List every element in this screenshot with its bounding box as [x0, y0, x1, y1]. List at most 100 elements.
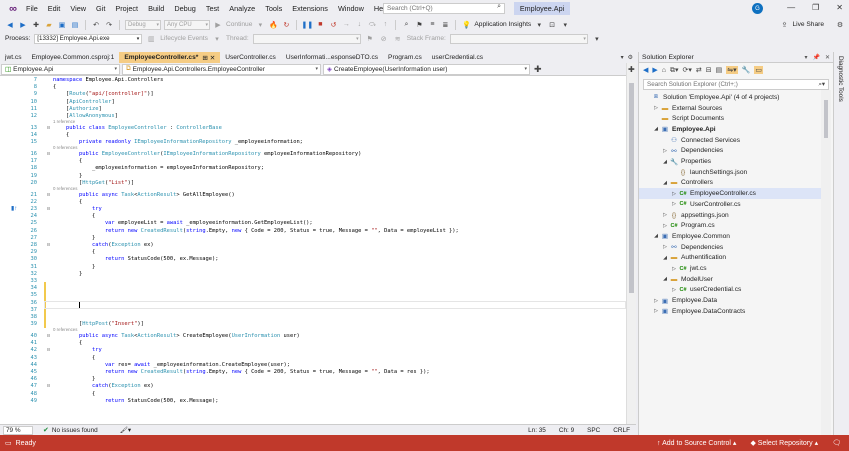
- expand-icon[interactable]: ▷: [670, 201, 678, 207]
- class-dropdown[interactable]: ⧉ Employee.Api.Controllers.EmployeeContr…: [122, 63, 321, 75]
- toolbar-overflow-icon[interactable]: ▾: [592, 34, 602, 44]
- expand-icon[interactable]: ▷: [661, 244, 669, 250]
- collapse-icon[interactable]: ⊟: [47, 333, 50, 340]
- tab-list-dropdown-icon[interactable]: ▾: [621, 54, 624, 61]
- filter-thread-icon[interactable]: ⊘: [379, 34, 389, 44]
- code-line[interactable]: 40 ⊟ public async Task<ActionResult> Crea…: [0, 333, 626, 340]
- select-repository-button[interactable]: ◆ Select Repository ▴: [750, 439, 818, 447]
- feedback-icon[interactable]: ⊡: [547, 20, 557, 30]
- expanded-icon[interactable]: ◢: [652, 126, 660, 132]
- project-dropdown[interactable]: ◫ Employee.Api ▾: [1, 63, 120, 75]
- step-over-icon[interactable]: ⤼: [367, 20, 377, 30]
- continue-button[interactable]: Continue: [226, 21, 252, 28]
- code-line[interactable]: 37: [0, 307, 626, 314]
- code-line[interactable]: 16 ⊟ public EmployeeController(IEmployeeI…: [0, 151, 626, 158]
- code-line[interactable]: 29 {: [0, 249, 626, 256]
- code-line[interactable]: 24 {: [0, 213, 626, 220]
- comment-icon[interactable]: ≡: [427, 20, 437, 30]
- tree-node-program-cs[interactable]: ▷ C# Program.cs: [639, 220, 824, 231]
- collapse-icon[interactable]: ⊟: [47, 125, 50, 132]
- configuration-dropdown[interactable]: Debug ▾: [125, 19, 161, 30]
- menu-item-test[interactable]: Test: [201, 4, 224, 13]
- code-line[interactable]: 10 [ApiController]: [0, 99, 626, 106]
- tab-employeecontroller-cs[interactable]: EmployeeController.cs* ⊞ ✕: [119, 52, 221, 63]
- expand-icon[interactable]: ▷: [670, 266, 678, 272]
- tree-node-jwt-cs[interactable]: ▷ C# jwt.cs: [639, 263, 824, 274]
- collapse-icon[interactable]: ⊟: [47, 192, 50, 199]
- lifecycle-dropdown-icon[interactable]: ▾: [212, 34, 222, 44]
- stack-icon[interactable]: ≋: [393, 34, 403, 44]
- issues-status[interactable]: No issues found: [52, 427, 98, 434]
- tab-jwt-cs[interactable]: jwt.cs: [0, 52, 26, 63]
- tree-node-employee-common[interactable]: ◢ ▣ Employee.Common: [639, 231, 824, 242]
- close-icon[interactable]: ✕: [836, 3, 843, 12]
- stack-frame-dropdown[interactable]: ▾: [449, 33, 588, 44]
- dropdown-icon[interactable]: ▾: [804, 54, 807, 61]
- back-icon[interactable]: ◀: [5, 20, 15, 30]
- expand-icon[interactable]: ▷: [661, 148, 669, 154]
- uncomment-icon[interactable]: ≣: [440, 20, 450, 30]
- tab-employee-common-csproj-1[interactable]: Employee.Common.csproj:1: [26, 52, 119, 63]
- minimize-icon[interactable]: —: [787, 3, 795, 12]
- admin-icon[interactable]: ⚙: [835, 20, 845, 30]
- tree-node-properties[interactable]: ◢ 🔧 Properties: [639, 156, 824, 167]
- menu-item-window[interactable]: Window: [333, 4, 369, 13]
- close-icon[interactable]: ✕: [825, 54, 830, 61]
- switch-views-icon[interactable]: ⧉▾: [670, 66, 679, 75]
- tab-close-icon[interactable]: ⊞ ✕: [202, 54, 215, 62]
- search-input[interactable]: Search (Ctrl+Q) ⌕: [383, 3, 505, 14]
- indent-mode[interactable]: SPC: [587, 427, 600, 434]
- expand-icon[interactable]: ▷: [661, 212, 669, 218]
- menu-item-tools[interactable]: Tools: [260, 4, 287, 13]
- tab-userinformati-esponsedto-cs[interactable]: UserInformati...esponseDTO.cs: [281, 52, 383, 63]
- code-line[interactable]: 31 }: [0, 264, 626, 271]
- tree-node-employee-api[interactable]: ◢ ▣ Employee.Api: [639, 124, 824, 135]
- code-line[interactable]: 47 ⊟ catch(Exception ex): [0, 383, 626, 390]
- restore-icon[interactable]: ❐: [812, 3, 819, 12]
- tab-usercredential-cs[interactable]: userCredential.cs: [427, 52, 488, 63]
- back-icon[interactable]: ◀: [643, 66, 648, 74]
- code-line[interactable]: 23 ⊟ try: [0, 206, 626, 213]
- continue-icon[interactable]: ▶: [213, 20, 223, 30]
- collapse-icon[interactable]: ⊟: [47, 383, 50, 390]
- application-insights-button[interactable]: Application Insights: [474, 21, 531, 28]
- lifecycle-events-button[interactable]: Lifecycle Events: [160, 35, 208, 42]
- expanded-icon[interactable]: ◢: [661, 180, 669, 186]
- code-line[interactable]: 49 return StatusCode(500, ex.Message);: [0, 398, 626, 405]
- pin-icon[interactable]: 📌: [812, 54, 819, 61]
- account-avatar[interactable]: G: [752, 3, 763, 14]
- pause-icon[interactable]: ❚❚: [302, 20, 314, 30]
- tab-program-cs[interactable]: Program.cs: [383, 52, 427, 63]
- expand-icon[interactable]: ▷: [670, 287, 678, 293]
- menu-item-edit[interactable]: Edit: [43, 4, 66, 13]
- new-item-icon[interactable]: ✚: [31, 20, 41, 30]
- tree-node-usercontroller-cs[interactable]: ▷ C# UserController.cs: [639, 199, 824, 210]
- code-line[interactable]: 18 _employeeinformation = employeeInform…: [0, 165, 626, 172]
- pending-changes-icon[interactable]: ⟳▾: [683, 66, 692, 74]
- zoom-dropdown[interactable]: 79 %: [3, 425, 33, 435]
- expanded-icon[interactable]: ◢: [661, 255, 669, 261]
- code-line[interactable]: 26 return new CreatedResult(string.Empty…: [0, 228, 626, 235]
- code-line[interactable]: 28 ⊟ catch(Exception ex): [0, 242, 626, 249]
- output-icon[interactable]: ▭: [5, 439, 12, 447]
- code-line[interactable]: 35: [0, 292, 626, 299]
- app-insights-dropdown-icon[interactable]: ▾: [534, 20, 544, 30]
- split-editor-icon[interactable]: ✚: [534, 64, 542, 75]
- code-line[interactable]: 27 }: [0, 235, 626, 242]
- properties-icon[interactable]: 🔧: [742, 66, 751, 74]
- menu-item-extensions[interactable]: Extensions: [287, 4, 333, 13]
- code-line[interactable]: 48 {: [0, 391, 626, 398]
- solution-explorer-scrollbar[interactable]: [821, 90, 831, 435]
- expanded-icon[interactable]: ◢: [661, 276, 669, 282]
- code-line[interactable]: 17 {: [0, 158, 626, 165]
- menu-item-debug[interactable]: Debug: [169, 4, 201, 13]
- tree-node-script-documents[interactable]: ▬ Script Documents: [639, 113, 824, 124]
- collapse-icon[interactable]: ⊟: [47, 206, 50, 213]
- sync-icon[interactable]: ⇄: [696, 66, 702, 74]
- code-line[interactable]: 44 var res= await _employeeinformation.C…: [0, 362, 626, 369]
- code-line[interactable]: 20 [HttpGet("List")]: [0, 180, 626, 187]
- bookmark-icon[interactable]: ⚑: [414, 20, 424, 30]
- show-next-statement-icon[interactable]: →: [341, 20, 351, 30]
- code-line[interactable]: 9 [Route("api/[controller]")]: [0, 91, 626, 98]
- hot-reload-icon[interactable]: 🔥: [268, 20, 278, 30]
